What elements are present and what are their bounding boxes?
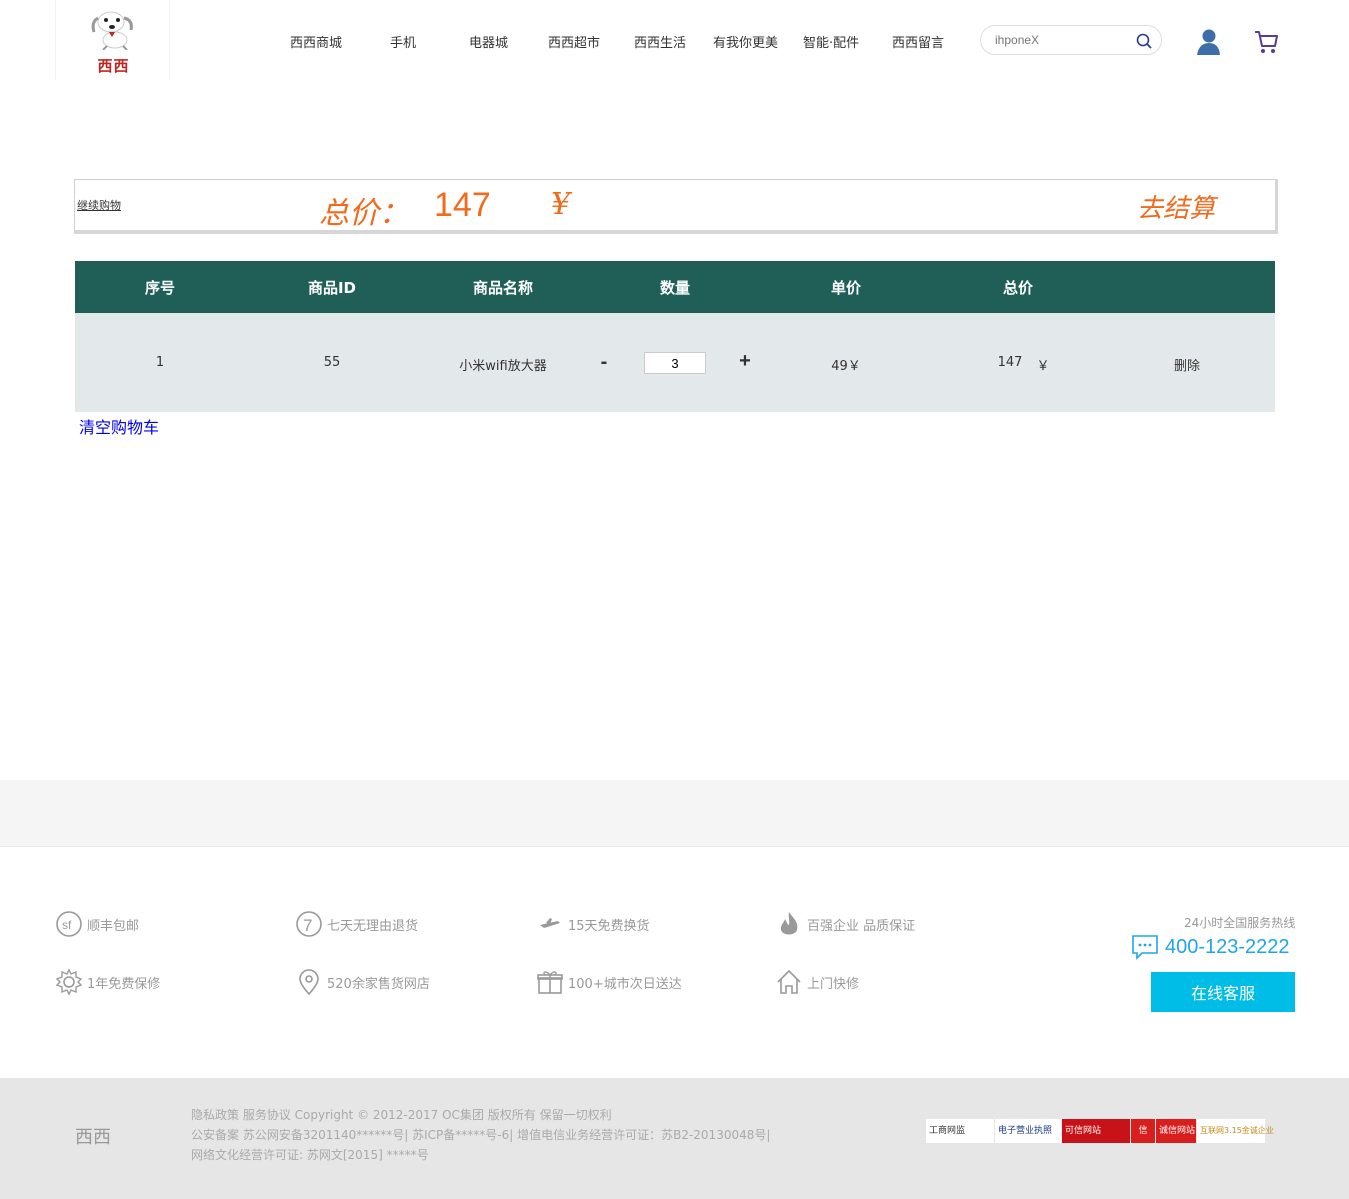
badge-icon[interactable]: 电子营业执照 — [995, 1119, 1061, 1143]
nav-item-life[interactable]: 西西生活 — [634, 32, 686, 51]
svg-text:sf: sf — [62, 918, 72, 932]
service-label: 100+城市次日送达 — [568, 976, 682, 992]
total-price-label: 总价： — [319, 196, 409, 231]
row-total-currency: ￥ — [1036, 359, 1050, 374]
hotline: 400-123-2222 — [1131, 934, 1290, 960]
service-label: 顺丰包邮 — [87, 918, 140, 934]
gift-box-icon — [537, 971, 563, 994]
nav-item-phone[interactable]: 手机 — [390, 32, 416, 51]
plane-icon — [540, 918, 560, 928]
service-item: sf 顺丰包邮 — [55, 910, 139, 938]
service-item: 1年免费保修 — [55, 968, 160, 996]
service-label: 15天免费换货 — [568, 918, 650, 934]
row-product-name: 小米wifi放大器 — [459, 359, 547, 374]
svg-text:7: 7 — [303, 916, 312, 935]
quantity-input[interactable] — [644, 352, 706, 374]
footer-top-band — [0, 780, 1349, 847]
table-row: 1 55 小米wifi放大器 - + 49￥ 147 ￥ 删除 — [75, 313, 1275, 412]
row-index: 1 — [155, 355, 165, 370]
hotline-number: 400-123-2222 — [1165, 935, 1290, 958]
nav-item-messages[interactable]: 西西留言 — [892, 32, 944, 51]
search-input[interactable] — [995, 31, 1130, 49]
service-item: 百强企业 品质保证 — [775, 910, 915, 938]
row-unit-price: 49￥ — [831, 359, 861, 374]
logo-brand-text: 西西 — [97, 57, 130, 75]
site-header: 西西 西西商城 手机 电器城 西西超市 西西生活 有我你更美 智能·配件 西西留… — [0, 0, 1349, 80]
legal-line: 网络文化经营许可证: 苏网文[2015] *****号 — [191, 1148, 429, 1162]
service-label: 百强企业 品质保证 — [807, 918, 916, 934]
chat-bubble-icon — [1132, 935, 1158, 960]
sf-express-icon: sf — [56, 911, 82, 937]
service-item: 上门快修 — [775, 968, 859, 996]
footer-brand: 西西 — [75, 1127, 111, 1148]
quantity-increase-button[interactable]: + — [735, 350, 755, 373]
checkout-button[interactable]: 去结算 — [1137, 188, 1215, 225]
service-label: 520余家售货网店 — [327, 976, 430, 992]
home-icon — [777, 969, 801, 994]
search-box — [980, 25, 1162, 55]
continue-shopping-link[interactable]: 继续购物 — [77, 197, 121, 213]
nav-item-supermarket[interactable]: 西西超市 — [548, 32, 600, 51]
clear-cart-link[interactable]: 清空购物车 — [79, 414, 159, 438]
service-item: 520余家售货网店 — [295, 968, 430, 996]
badge-icon[interactable]: 诚信网站 — [1156, 1119, 1196, 1143]
cart-table: 序号 商品ID 商品名称 数量 单价 总价 1 55 小米wifi放大器 - +… — [75, 261, 1275, 412]
service-promises — [0, 848, 1349, 1078]
row-product-id: 55 — [323, 355, 341, 370]
column-header-quantity: 数量 — [659, 279, 691, 297]
column-header-product-name: 商品名称 — [472, 279, 534, 297]
flame-icon — [780, 912, 798, 935]
footer-bottom: 西西 隐私政策 服务协议 Copyright © 2012-2017 OC集团 … — [0, 1078, 1349, 1199]
legal-line: 隐私政策 服务协议 Copyright © 2012-2017 OC集团 版权所… — [191, 1108, 612, 1122]
column-header-index: 序号 — [144, 279, 176, 297]
legal-line: 公安备案 苏公网安备3201140******号| 苏ICP备*****号-6|… — [191, 1128, 771, 1142]
user-icon[interactable] — [1195, 28, 1221, 56]
row-total-price: 147 — [997, 355, 1023, 370]
mascot-dog-icon — [91, 11, 133, 50]
cart-summary-bar: 继续购物 总价： 147 ¥ 去结算 — [74, 179, 1278, 234]
legal-text: 隐私政策 服务协议 Copyright © 2012-2017 OC集团 版权所… — [191, 1105, 770, 1165]
trust-badges: 工商网监 电子营业执照 可信网站 信 诚信网站 互联网3.15金诚企业 — [926, 1119, 1274, 1143]
total-price-currency: ¥ — [551, 187, 571, 222]
badge-icon[interactable]: 互联网3.15金诚企业 — [1197, 1119, 1274, 1143]
nav-item-appliances[interactable]: 电器城 — [469, 32, 508, 51]
service-item: 100+城市次日送达 — [536, 968, 682, 996]
badge-icon[interactable]: 工商网监 — [926, 1119, 994, 1143]
total-price-value: 147 — [434, 186, 491, 224]
search-icon[interactable] — [1135, 32, 1153, 50]
nav-item-beauty[interactable]: 有我你更美 — [713, 32, 778, 51]
column-header-total: 总价 — [1002, 279, 1034, 297]
badge-icon[interactable]: 可信网站 — [1062, 1119, 1130, 1143]
column-header-product-id: 商品ID — [307, 279, 357, 297]
gear-icon — [55, 968, 83, 996]
service-item: 15天免费换货 — [536, 910, 650, 938]
delete-item-link[interactable]: 删除 — [1174, 355, 1200, 374]
service-label: 七天无理由退货 — [327, 918, 419, 934]
quantity-decrease-button[interactable]: - — [597, 351, 611, 374]
nav-item-mall[interactable]: 西西商城 — [290, 32, 342, 51]
service-label: 上门快修 — [807, 976, 860, 992]
site-logo[interactable]: 西西 — [55, 0, 170, 80]
online-service-button[interactable]: 在线客服 — [1151, 972, 1295, 1012]
cart-table-header: 序号 商品ID 商品名称 数量 单价 总价 — [75, 261, 1275, 313]
service-label: 1年免费保修 — [87, 976, 161, 992]
badge-icon[interactable]: 信 — [1131, 1119, 1155, 1143]
service-item: 7 七天无理由退货 — [295, 910, 418, 938]
location-pin-icon — [299, 969, 319, 996]
seven-day-return-icon: 7 — [296, 911, 322, 937]
hotline-label: 24小时全国服务热线 — [1184, 916, 1296, 930]
column-header-unit-price: 单价 — [830, 279, 862, 297]
nav-item-accessories[interactable]: 智能·配件 — [803, 32, 859, 51]
shopping-cart-icon[interactable] — [1253, 29, 1279, 55]
